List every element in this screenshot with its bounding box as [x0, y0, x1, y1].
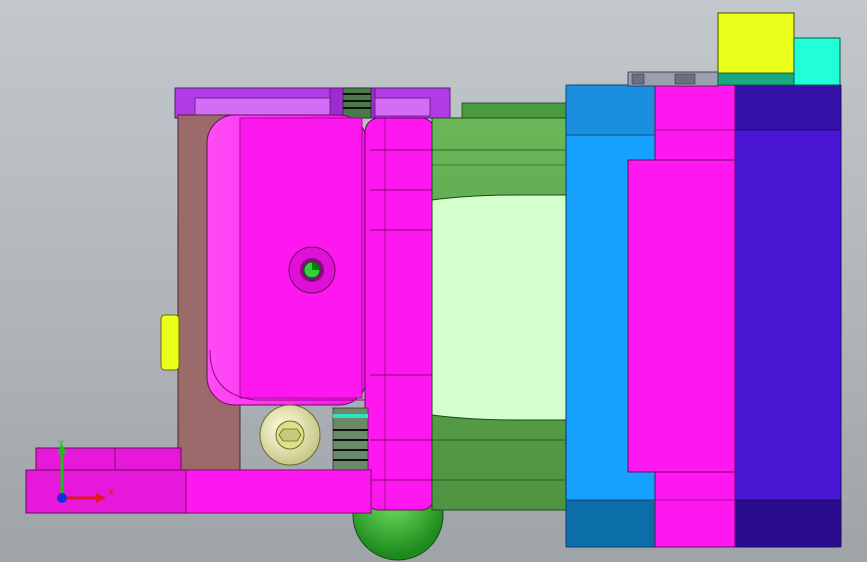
magenta-flange[interactable] [364, 117, 436, 511]
y-axis-label: Y [58, 440, 64, 450]
green-barrel[interactable] [431, 102, 571, 511]
top-spring[interactable] [342, 87, 372, 119]
cad-model[interactable] [0, 0, 867, 562]
magenta-block[interactable] [206, 114, 368, 406]
triad-origin [57, 493, 67, 503]
cad-graphics-viewport[interactable]: X Y [0, 0, 867, 562]
x-axis-label: X [108, 488, 115, 498]
triad-graphic [57, 444, 106, 503]
round-bolt-head[interactable] [259, 404, 321, 466]
yellow-connector[interactable] [717, 12, 795, 86]
coordinate-triad-icon: X Y [40, 440, 120, 510]
yellow-tab-left[interactable] [160, 314, 180, 371]
teal-connector[interactable] [793, 37, 841, 86]
top-gray-connector[interactable] [627, 71, 719, 87]
top-purple-cap[interactable] [174, 87, 451, 119]
screw-hole[interactable] [288, 246, 336, 294]
motor-body[interactable] [732, 84, 842, 548]
